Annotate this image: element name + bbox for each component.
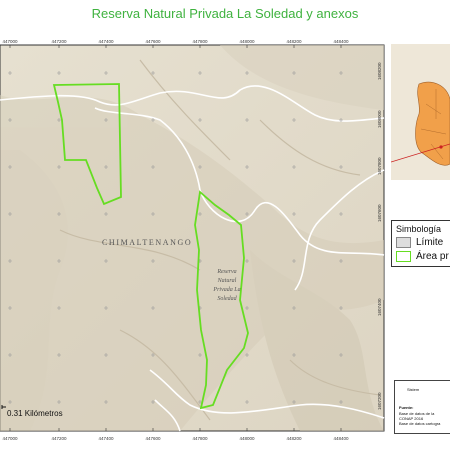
y-tick-label: 1607200 <box>377 392 382 410</box>
x-tick-label-bottom: 447000 <box>2 436 18 441</box>
legend-item-label: Área pr <box>416 251 449 263</box>
info-title: Sistem <box>407 387 420 392</box>
x-tick-label-bottom: 448200 <box>286 436 302 441</box>
legend-item-area: Área pr <box>396 251 449 262</box>
reserve-label-line: Reserva <box>217 269 237 275</box>
legend-item-limite: Límite <box>396 237 443 248</box>
main-map <box>0 44 385 432</box>
inset-location-marker <box>439 145 443 149</box>
region-label: CHIMALTENANGO <box>102 238 193 247</box>
reserve-label: Reserva Natural Privada La Soledad <box>205 268 249 304</box>
x-tick-label-bottom: 447600 <box>145 436 161 441</box>
scale-label: 0.31 Kilómetros <box>7 409 63 418</box>
x-tick-label: 448000 <box>239 39 255 44</box>
info-source-label: Fuente: <box>399 405 414 410</box>
info-source-line: Base de datos cartogra <box>399 421 441 426</box>
x-tick-label-bottom: 447400 <box>98 436 114 441</box>
y-tick-label: 1608000 <box>377 110 382 128</box>
x-tick-label-bottom: 447200 <box>51 436 67 441</box>
x-tick-label-bottom: 448400 <box>333 436 349 441</box>
x-tick-label: 447400 <box>98 39 114 44</box>
y-tick-label: 1607800 <box>377 157 382 175</box>
legend-item-label: Límite <box>416 237 444 249</box>
x-tick-label-bottom: 447800 <box>192 436 208 441</box>
reserve-label-line: Privada La <box>213 287 241 293</box>
y-tick-label: 1608200 <box>377 62 382 80</box>
reserve-label-line: Natural <box>217 278 237 284</box>
x-tick-label: 448200 <box>286 39 302 44</box>
legend-swatch <box>396 251 411 262</box>
x-tick-label-bottom: 448000 <box>239 436 255 441</box>
legend-title: Simbología <box>396 224 442 234</box>
legend-swatch <box>396 237 411 248</box>
inset-map <box>391 44 450 180</box>
x-tick-label: 447200 <box>51 39 67 44</box>
x-tick-label: 447800 <box>192 39 208 44</box>
legend: Simbología Límite Área pr <box>391 220 450 267</box>
info-box: Sistem Fuente: Base de datos de la CONAP… <box>394 380 450 434</box>
y-tick-label: 1607400 <box>377 298 382 316</box>
x-tick-label: 447000 <box>2 39 18 44</box>
y-tick-label: 1607600 <box>377 204 382 222</box>
reserve-label-line: Soledad <box>217 296 237 302</box>
x-tick-label: 447600 <box>145 39 161 44</box>
x-tick-label: 448400 <box>333 39 349 44</box>
